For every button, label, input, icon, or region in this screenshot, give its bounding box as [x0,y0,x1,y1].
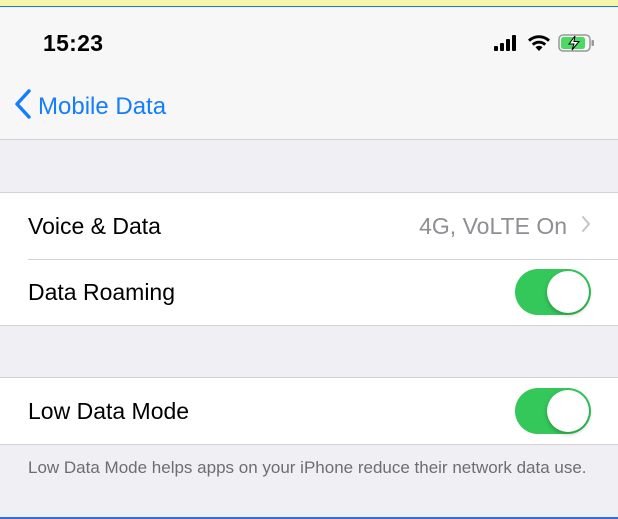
low-data-group: Low Data Mode [0,377,618,445]
chevron-left-icon [14,89,32,124]
cellular-signal-icon [494,35,520,56]
status-icons [494,34,596,57]
data-roaming-row: Data Roaming [0,259,618,325]
toggle-knob [547,271,589,313]
section-spacer [0,326,618,377]
data-roaming-label: Data Roaming [28,278,176,305]
chevron-right-icon [581,215,591,238]
battery-charging-icon [558,34,596,57]
voice-data-label: Voice & Data [28,212,161,239]
back-button-label: Mobile Data [38,92,167,120]
low-data-mode-row: Low Data Mode [0,378,618,444]
section-spacer [0,140,618,192]
data-roaming-toggle[interactable] [515,269,591,315]
status-time: 15:23 [43,30,104,56]
voice-data-row[interactable]: Voice & Data 4G, VoLTE On [0,193,618,259]
low-data-mode-toggle[interactable] [515,388,591,434]
status-bar: 15:23 [0,8,618,70]
voice-roaming-group: Voice & Data 4G, VoLTE On Data Roaming [0,192,618,326]
toggle-knob [547,390,589,432]
low-data-mode-description: Low Data Mode helps apps on your iPhone … [28,458,587,477]
back-button[interactable]: Mobile Data [14,89,166,124]
voice-data-value: 4G, VoLTE On [419,212,567,239]
top-edge [0,0,618,7]
navigation-bar: Mobile Data [0,70,618,140]
low-data-mode-label: Low Data Mode [28,397,190,424]
wifi-icon [527,34,551,57]
